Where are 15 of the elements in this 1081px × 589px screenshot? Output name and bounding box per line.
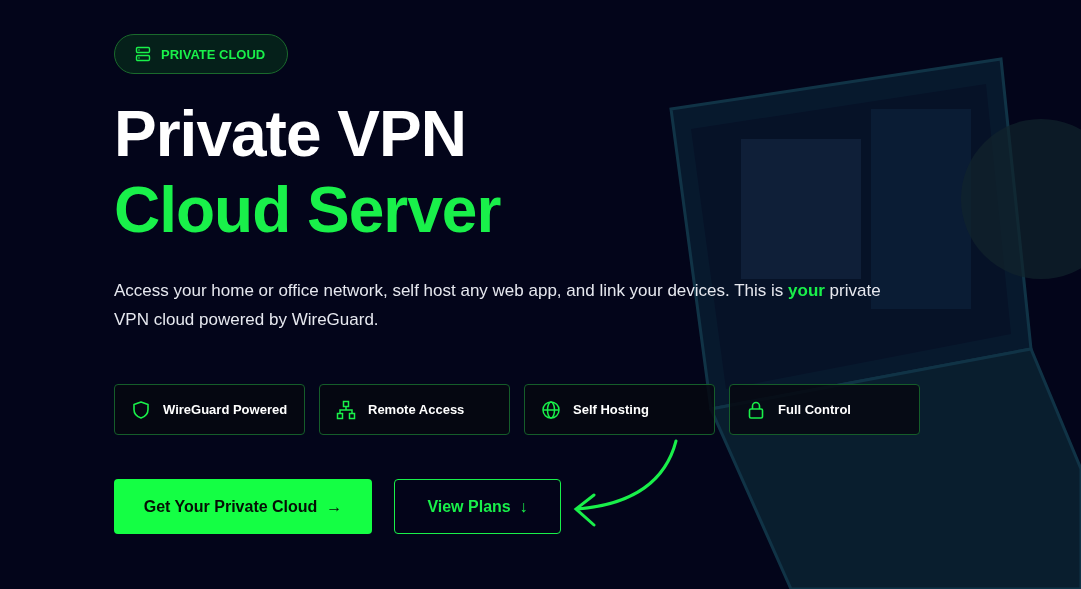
badge-label: PRIVATE CLOUD bbox=[161, 46, 266, 62]
shield-icon bbox=[131, 399, 151, 420]
network-icon bbox=[336, 399, 356, 420]
lock-icon bbox=[746, 399, 766, 420]
feature-label: Self Hosting bbox=[573, 402, 649, 417]
feature-label: Full Control bbox=[778, 402, 851, 417]
globe-icon bbox=[541, 399, 561, 420]
get-cloud-button[interactable]: Get Your Private Cloud → bbox=[114, 479, 372, 534]
description-text: Access your home or office network, self host any web app, and link your devices. This is your private VPN cloud powered by WireGuard. bbox=[114, 280, 882, 331]
feature-label: Remote Access bbox=[368, 402, 465, 417]
heading-line: Private VPN bbox=[114, 97, 467, 172]
server-icon bbox=[135, 46, 151, 62]
feature-label: WireGuard Powered bbox=[163, 402, 288, 417]
heading-highlight: Cloud Server bbox=[114, 173, 501, 248]
view-plans-button[interactable]: View Plans ↓ bbox=[394, 479, 561, 534]
